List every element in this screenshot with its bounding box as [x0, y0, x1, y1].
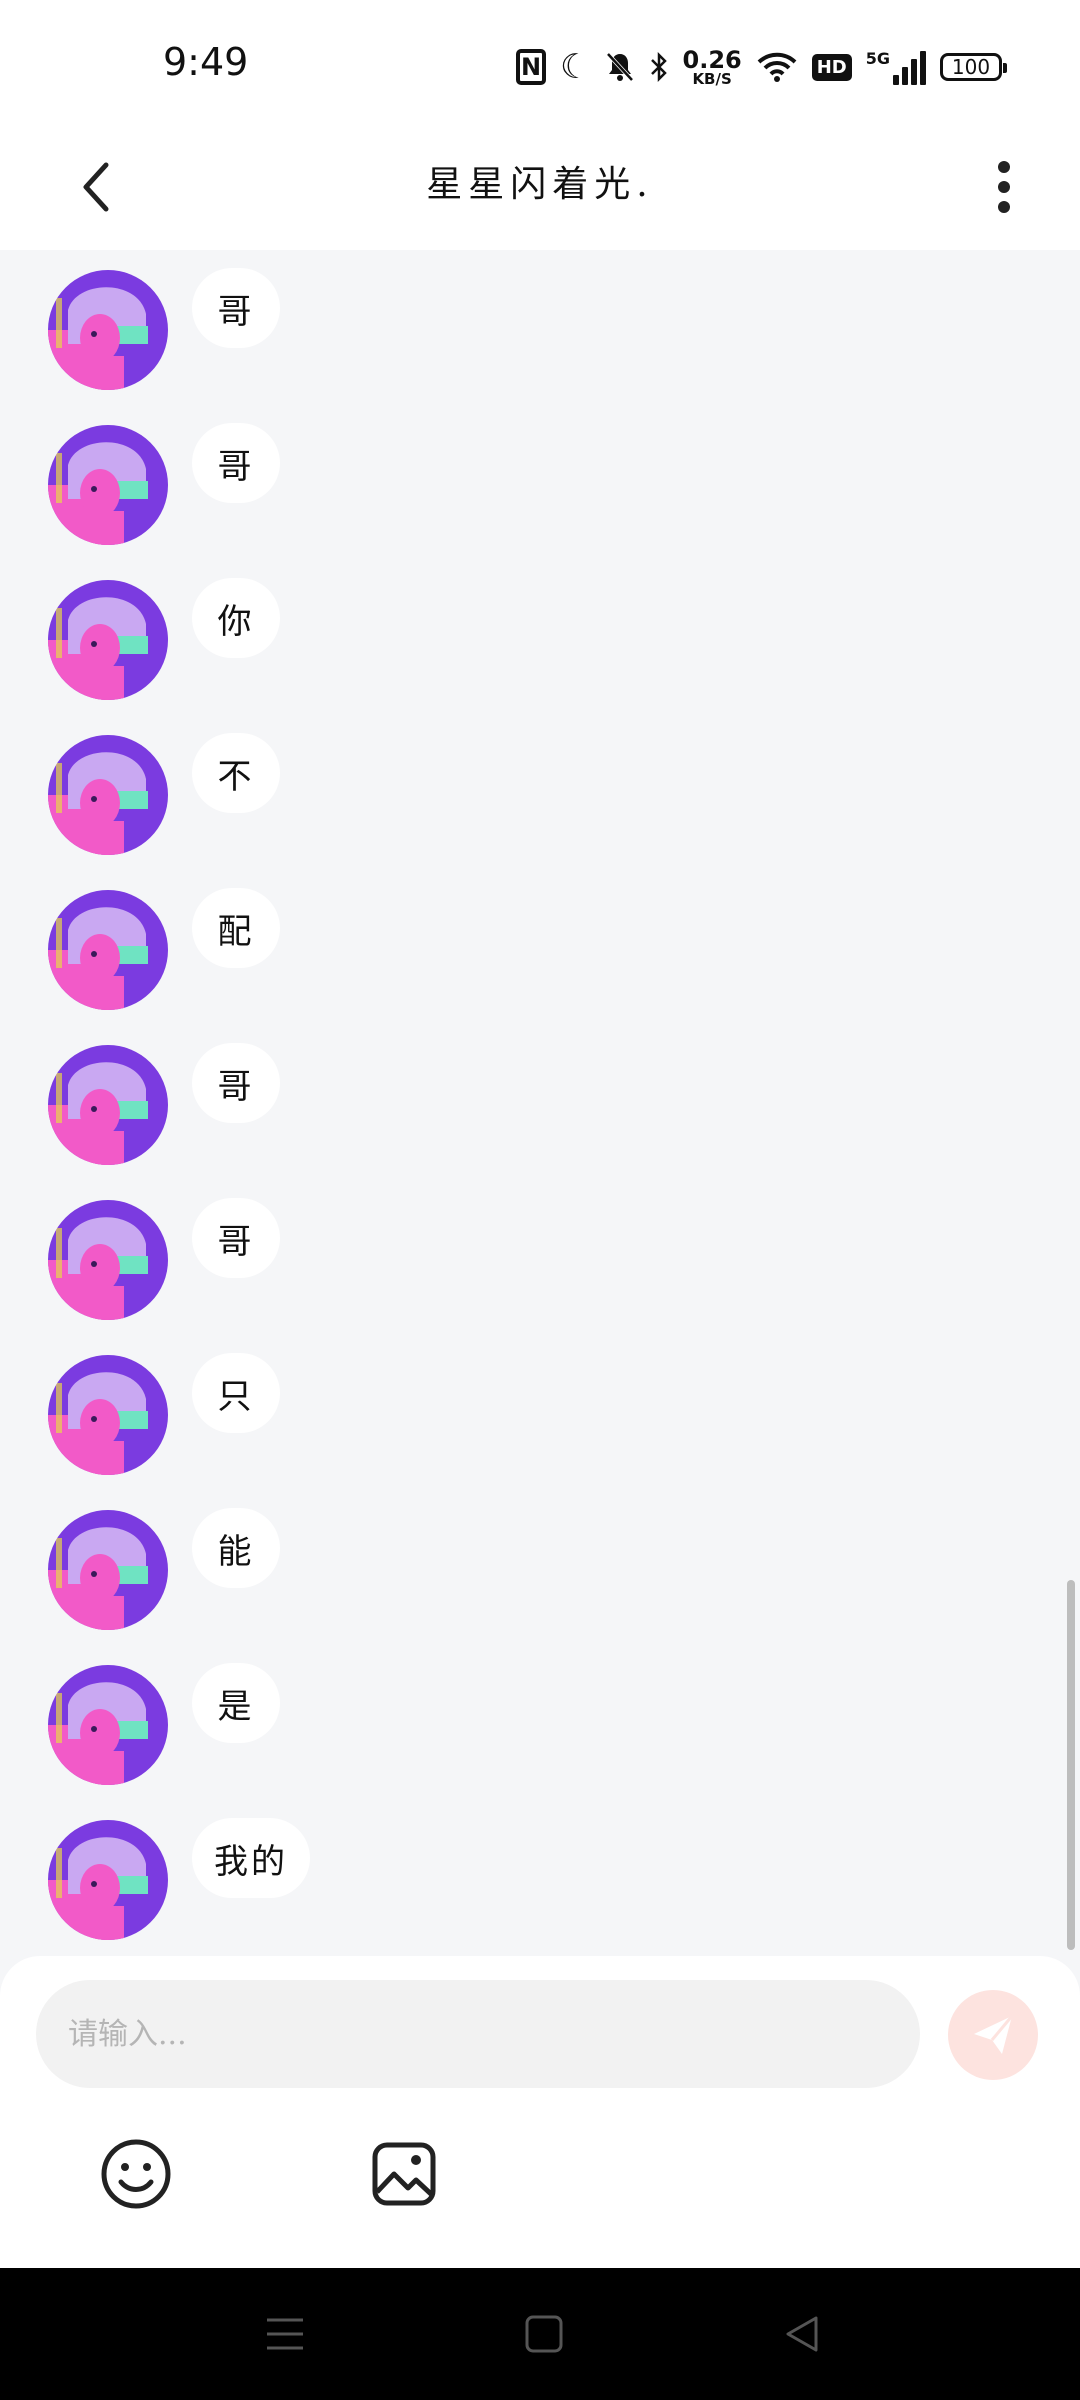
message-row: 你: [0, 560, 1080, 715]
composer: [0, 1956, 1080, 2268]
message-input[interactable]: [36, 1980, 920, 2088]
back-triangle-icon: [786, 2316, 818, 2352]
message-bubble[interactable]: 哥: [192, 268, 280, 348]
avatar-art: [48, 270, 168, 390]
system-nav-bar: [0, 2268, 1080, 2400]
status-time: 9:49: [163, 40, 249, 84]
nfc-icon: N: [516, 49, 547, 85]
message-row: 只: [0, 1335, 1080, 1490]
message-bubble[interactable]: 哥: [192, 1043, 280, 1123]
avatar[interactable]: [48, 1510, 168, 1630]
net-speed-value: 0.26: [682, 45, 742, 74]
send-button[interactable]: [948, 1990, 1038, 2080]
avatar-art: [48, 1200, 168, 1320]
status-icons: N ☾ 0.26 KB/S HD 5G 100: [516, 42, 1007, 92]
avatar-art: [48, 1045, 168, 1165]
avatar-art: [48, 1665, 168, 1785]
avatar[interactable]: [48, 1355, 168, 1475]
battery-icon: 100: [940, 53, 1007, 81]
avatar[interactable]: [48, 735, 168, 855]
smiley-icon: [101, 2139, 171, 2209]
more-options-button[interactable]: [968, 151, 1040, 223]
more-vertical-icon: [998, 161, 1010, 213]
message-row: 配: [0, 870, 1080, 1025]
avatar-art: [48, 890, 168, 1010]
net-speed: 0.26 KB/S: [683, 48, 742, 87]
avatar[interactable]: [48, 1200, 168, 1320]
message-bubble[interactable]: 能: [192, 1508, 280, 1588]
bell-off-icon: [605, 51, 635, 83]
avatar-art: [48, 580, 168, 700]
avatar[interactable]: [48, 1045, 168, 1165]
scrollbar[interactable]: [1067, 1580, 1075, 1950]
avatar-art: [48, 1355, 168, 1475]
avatar-art: [48, 1820, 168, 1940]
moon-icon: ☾: [560, 47, 591, 87]
avatar[interactable]: [48, 1665, 168, 1785]
chat-header: 星星闪着光.: [0, 125, 1080, 250]
message-bubble[interactable]: 只: [192, 1353, 280, 1433]
message-row: 是: [0, 1645, 1080, 1800]
status-bar: 9:49 N ☾ 0.26 KB/S HD 5G 100: [0, 0, 1080, 125]
hd-badge: HD: [811, 53, 852, 81]
message-bubble[interactable]: 哥: [192, 1198, 280, 1278]
home-button[interactable]: [514, 2304, 574, 2364]
message-row: 哥: [0, 250, 1080, 405]
net-speed-unit: KB/S: [692, 69, 732, 88]
signal-label: 5G: [865, 49, 890, 68]
back-nav-button[interactable]: [772, 2304, 832, 2364]
message-row: 哥: [0, 1180, 1080, 1335]
menu-icon: [267, 2318, 303, 2350]
message-row: 能: [0, 1490, 1080, 1645]
message-bubble[interactable]: 哥: [192, 423, 280, 503]
send-icon: [974, 2015, 1014, 2054]
emoji-button[interactable]: [96, 2134, 176, 2214]
avatar-art: [48, 735, 168, 855]
avatar[interactable]: [48, 580, 168, 700]
bluetooth-icon: [649, 51, 669, 83]
message-row: 哥: [0, 1025, 1080, 1180]
avatar-art: [48, 1510, 168, 1630]
menu-button[interactable]: [255, 2304, 315, 2364]
avatar-art: [48, 425, 168, 545]
image-button[interactable]: [364, 2134, 444, 2214]
message-row: 不: [0, 715, 1080, 870]
avatar[interactable]: [48, 425, 168, 545]
page-title: 星星闪着光.: [426, 164, 654, 205]
battery-level: 100: [951, 55, 991, 79]
message-bubble[interactable]: 不: [192, 733, 280, 813]
message-bubble[interactable]: 我的: [192, 1818, 310, 1898]
message-row: 哥: [0, 405, 1080, 560]
message-bubble[interactable]: 你: [192, 578, 280, 658]
message-row: 我的: [0, 1800, 1080, 1955]
message-bubble[interactable]: 配: [192, 888, 280, 968]
wifi-icon: [756, 51, 798, 83]
message-bubble[interactable]: 是: [192, 1663, 280, 1743]
avatar[interactable]: [48, 270, 168, 390]
home-square-icon: [525, 2315, 563, 2353]
avatar[interactable]: [48, 1820, 168, 1940]
image-icon: [372, 2142, 436, 2206]
signal-icon: 5G: [866, 49, 926, 85]
message-list[interactable]: 哥哥你不配哥哥只能是我的: [0, 250, 1080, 1960]
avatar[interactable]: [48, 890, 168, 1010]
